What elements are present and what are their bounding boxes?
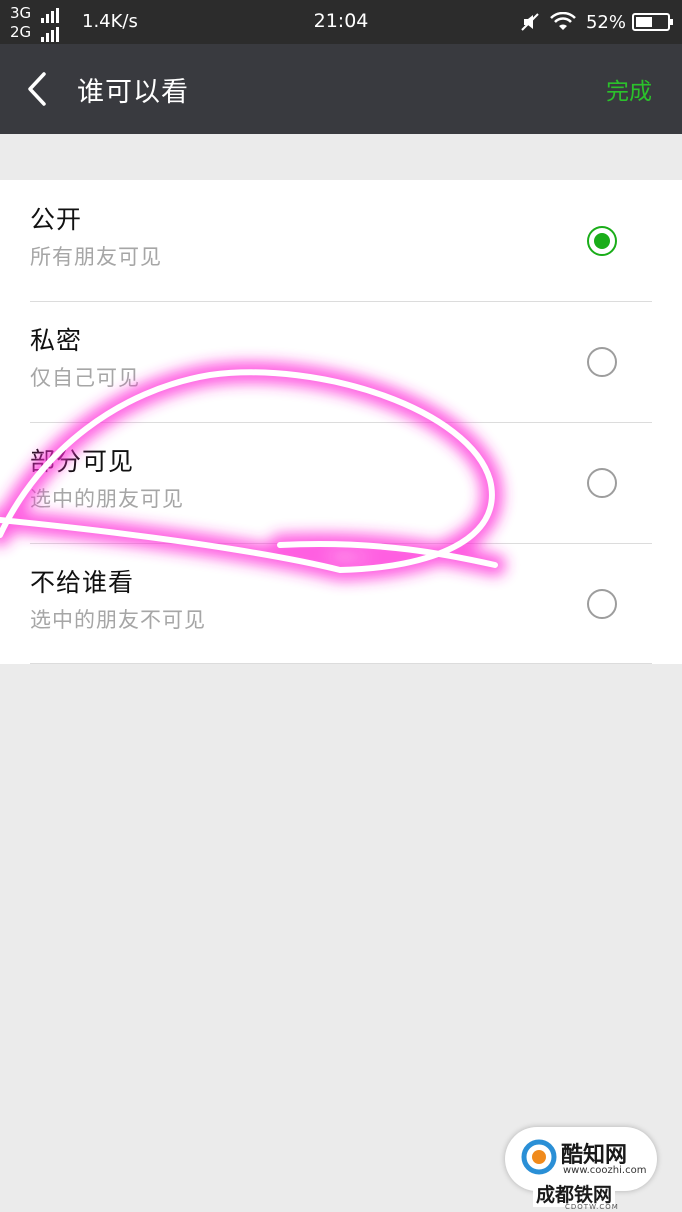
option-hide-from[interactable]: 不给谁看 选中的朋友不可见 bbox=[0, 543, 682, 664]
watermark-url: www.coozhi.com bbox=[563, 1165, 647, 1176]
done-button[interactable]: 完成 bbox=[606, 72, 652, 106]
option-public[interactable]: 公开 所有朋友可见 bbox=[0, 180, 682, 301]
radio-selected-icon[interactable] bbox=[587, 226, 617, 256]
option-title: 公开 bbox=[30, 205, 83, 234]
divider bbox=[30, 663, 652, 664]
option-subtitle: 选中的朋友不可见 bbox=[30, 608, 206, 632]
watermark: 酷知网 www.coozhi.com 成都铁网 CDOTW.COM bbox=[505, 1127, 660, 1212]
status-right: 52% bbox=[520, 10, 673, 34]
battery-icon bbox=[632, 13, 673, 31]
option-partial-visible[interactable]: 部分可见 选中的朋友可见 bbox=[0, 422, 682, 543]
radio-icon[interactable] bbox=[587, 589, 617, 619]
mute-icon bbox=[521, 13, 539, 31]
option-title: 不给谁看 bbox=[30, 568, 135, 597]
back-button[interactable] bbox=[18, 66, 58, 112]
app-bar: 谁可以看 完成 bbox=[0, 44, 682, 134]
chevron-left-icon bbox=[28, 72, 46, 106]
option-subtitle: 所有朋友可见 bbox=[30, 245, 162, 269]
watermark-site-sub: CDOTW.COM bbox=[565, 1203, 619, 1211]
status-bar: 3G 2G 1.4K/s 21:04 52% bbox=[0, 0, 682, 44]
wifi-icon bbox=[550, 12, 576, 30]
visibility-options: 公开 所有朋友可见 私密 仅自己可见 部分可见 选中的朋友可见 不给谁看 选中的… bbox=[0, 180, 682, 664]
option-private[interactable]: 私密 仅自己可见 bbox=[0, 301, 682, 422]
option-title: 部分可见 bbox=[30, 447, 135, 476]
battery-percent: 52% bbox=[585, 11, 626, 33]
coozhi-logo-icon bbox=[521, 1139, 557, 1175]
radio-icon[interactable] bbox=[587, 347, 617, 377]
option-subtitle: 选中的朋友可见 bbox=[30, 487, 184, 511]
battery-fill bbox=[636, 17, 652, 27]
option-subtitle: 仅自己可见 bbox=[30, 366, 140, 390]
option-title: 私密 bbox=[30, 326, 83, 355]
radio-icon[interactable] bbox=[587, 468, 617, 498]
page-title: 谁可以看 bbox=[77, 77, 189, 108]
